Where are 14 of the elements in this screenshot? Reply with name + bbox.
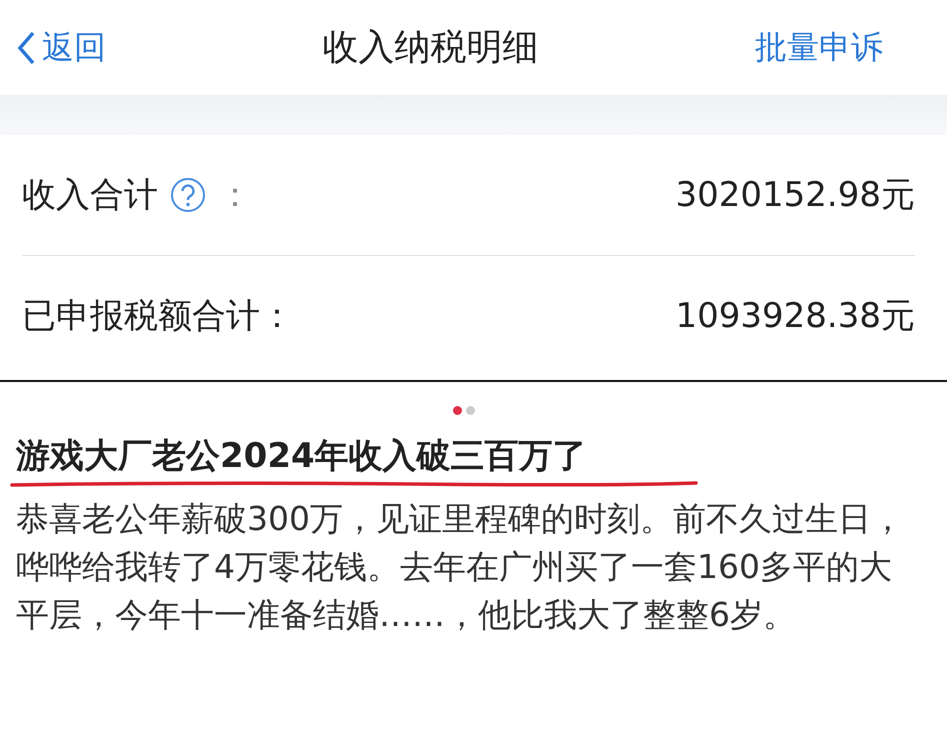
summary-label: 收入合计 — [22, 174, 158, 217]
summary-value: 3020152.98元 — [676, 174, 915, 217]
summary-label: 已申报税额合计： — [22, 295, 294, 338]
page-title: 收入纳税明细 — [322, 26, 538, 70]
post-title: 游戏大厂老公2024年收入破三百万了 — [16, 435, 587, 478]
page-dot[interactable] — [466, 406, 474, 415]
page-dot[interactable] — [452, 406, 462, 415]
post-body: 恭喜老公年薪破300万，见证里程碑的时刻。前不久过生日，哗哗给我转了4万零花钱。去年在广州买了一套160多平的大平层，今年十一准备结婚……，他比我大了整整6岁。 — [16, 498, 905, 636]
back-icon — [16, 30, 36, 66]
colon: ： — [218, 174, 252, 217]
help-icon[interactable] — [170, 177, 206, 213]
batch-appeal-button[interactable]: 批量申诉 — [755, 26, 883, 70]
back-button[interactable]: 返回 — [16, 26, 106, 70]
summary-value: 1093928.38元 — [676, 295, 915, 338]
